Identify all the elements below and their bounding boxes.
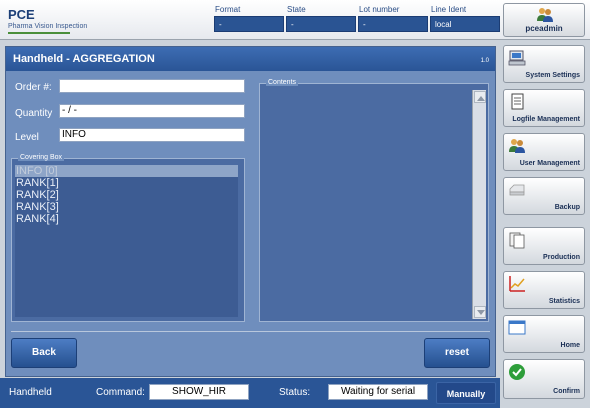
command-label: Command: xyxy=(96,387,145,398)
format-value: - xyxy=(214,16,284,32)
aggregation-panel: Handheld - AGGREGATION 1.0 Order #: Quan… xyxy=(5,46,496,377)
format-field: Format - xyxy=(214,5,284,32)
format-label: Format xyxy=(215,5,241,14)
logo-underline xyxy=(8,32,70,34)
window-icon xyxy=(508,320,526,335)
pce-logo: PCE Pharma Vision Inspection xyxy=(8,7,87,30)
checkmark-icon xyxy=(509,364,525,380)
scroll-down-arrow[interactable] xyxy=(474,306,486,318)
chevron-up-icon xyxy=(477,96,485,101)
line-ident-value: local xyxy=(430,16,500,32)
users-icon xyxy=(509,139,525,153)
computer-icon xyxy=(508,50,526,66)
state-field: State - xyxy=(286,5,356,32)
confirm-label: Confirm xyxy=(553,388,580,395)
home-label: Home xyxy=(560,342,580,349)
list-item[interactable]: RANK[1] xyxy=(15,177,238,189)
lot-number-value: - xyxy=(358,16,428,32)
drive-icon xyxy=(509,184,525,196)
backup-label: Backup xyxy=(554,204,580,211)
list-item[interactable]: RANK[3] xyxy=(15,201,238,213)
panel-title-bar: Handheld - AGGREGATION 1.0 xyxy=(6,47,495,71)
mode-label: Handheld xyxy=(9,387,52,398)
contents-title: Contents xyxy=(266,79,299,86)
list-item[interactable]: INFO [0] xyxy=(15,165,238,177)
state-value: - xyxy=(286,16,356,32)
chart-icon xyxy=(509,276,525,292)
statistics-label: Statistics xyxy=(548,298,580,305)
pages-icon xyxy=(509,232,525,249)
logfile-management-button[interactable]: Logfile Management xyxy=(503,89,585,127)
covering-box-list[interactable]: INFO [0] RANK[1] RANK[2] RANK[3] RANK[4] xyxy=(15,165,238,317)
lot-number-field: Lot number - xyxy=(358,5,428,32)
list-item[interactable]: RANK[4] xyxy=(15,213,238,225)
user-button[interactable]: pceadmin xyxy=(503,3,585,37)
lot-number-label: Lot number xyxy=(359,5,400,14)
contents-group: Contents xyxy=(259,79,489,322)
divider xyxy=(11,331,490,332)
home-button[interactable]: Home xyxy=(503,315,585,353)
quantity-input[interactable]: - / - xyxy=(59,104,245,118)
logo-main-text: PCE xyxy=(8,7,35,22)
level-input[interactable]: INFO xyxy=(59,128,245,142)
line-ident-field: Line Ident local xyxy=(430,5,500,32)
order-input[interactable] xyxy=(59,79,245,93)
line-ident-label: Line Ident xyxy=(431,5,467,14)
panel-title: Handheld - AGGREGATION xyxy=(13,53,155,65)
covering-box-title: Covering Box xyxy=(18,154,65,161)
user-management-button[interactable]: User Management xyxy=(503,133,585,171)
version-label: 1.0 xyxy=(480,58,489,64)
logo-sub-text: Pharma Vision Inspection xyxy=(8,23,88,30)
user-management-label: User Management xyxy=(519,160,580,167)
status-label: Status: xyxy=(279,387,311,398)
order-label: Order #: xyxy=(15,82,52,93)
production-label: Production xyxy=(543,254,580,261)
production-button[interactable]: Production xyxy=(503,227,585,265)
document-icon xyxy=(511,93,524,110)
system-settings-button[interactable]: System Settings xyxy=(503,45,585,83)
user-name: pceadmin xyxy=(525,24,563,33)
contents-list[interactable] xyxy=(263,90,469,318)
system-settings-label: System Settings xyxy=(525,72,580,79)
back-button[interactable]: Back xyxy=(11,338,77,368)
command-value: SHOW_HIR xyxy=(149,384,249,400)
users-icon xyxy=(537,8,553,22)
backup-button[interactable]: Backup xyxy=(503,177,585,215)
status-bar: Handheld Command: SHOW_HIR Status: Waiti… xyxy=(0,378,500,408)
quantity-label: Quantity xyxy=(15,108,53,119)
reset-button[interactable]: reset xyxy=(424,338,490,368)
confirm-button[interactable]: Confirm xyxy=(503,359,585,399)
chevron-down-icon xyxy=(477,310,485,315)
contents-scrollbar[interactable] xyxy=(472,90,486,319)
top-header: PCE Pharma Vision Inspection Format - St… xyxy=(0,0,590,40)
state-label: State xyxy=(287,5,306,14)
logfile-management-label: Logfile Management xyxy=(512,116,580,123)
level-label: Level xyxy=(15,132,39,143)
statistics-button[interactable]: Statistics xyxy=(503,271,585,309)
status-value: Waiting for serial xyxy=(328,384,428,400)
covering-box-group: Covering Box INFO [0] RANK[1] RANK[2] RA… xyxy=(11,154,245,322)
list-item[interactable]: RANK[2] xyxy=(15,189,238,201)
scroll-up-arrow[interactable] xyxy=(474,91,486,103)
manually-button[interactable]: Manually xyxy=(436,382,496,404)
